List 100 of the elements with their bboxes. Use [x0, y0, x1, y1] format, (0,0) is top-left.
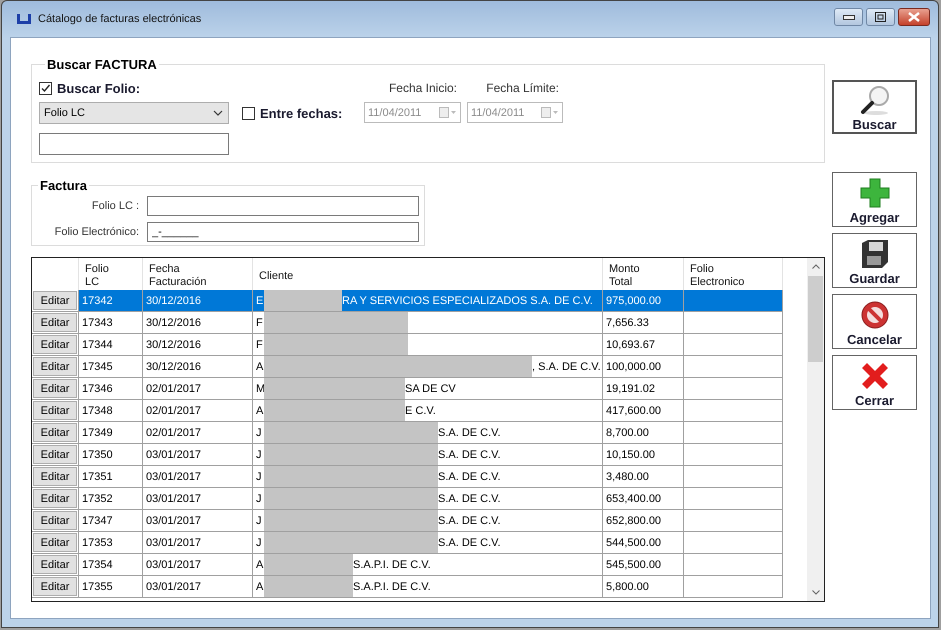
close-button[interactable] — [898, 8, 930, 26]
table-cell: 03/01/2017 — [143, 488, 253, 510]
table-cell: 3,480.00 — [603, 466, 684, 488]
table-cell: 545,500.00 — [603, 554, 684, 576]
action-button[interactable]: Agregar — [832, 172, 917, 227]
table-cell: 02/01/2017 — [143, 400, 253, 422]
edit-button[interactable]: Editar — [33, 489, 77, 508]
table-cell: 653,400.00 — [603, 488, 684, 510]
folio-type-dropdown[interactable]: Folio LC — [39, 102, 229, 124]
edit-button[interactable]: Editar — [33, 335, 77, 354]
column-header: Cliente — [259, 270, 294, 282]
app-icon — [16, 13, 32, 25]
edit-button[interactable]: Editar — [33, 423, 77, 442]
input-field[interactable]: _-______ — [147, 222, 419, 242]
edit-button[interactable]: Editar — [33, 357, 77, 376]
table-cell-text: J — [255, 470, 262, 482]
edit-button[interactable]: Editar — [33, 511, 77, 530]
edit-button[interactable]: Editar — [33, 555, 77, 574]
calendar-icon — [439, 107, 457, 118]
table-cell: S.A. DE C.V. — [438, 426, 501, 438]
table-cell: 975,000.00 — [603, 290, 684, 312]
column-header: Total — [609, 276, 634, 289]
table-cell: 03/01/2017 — [143, 444, 253, 466]
minimize-icon — [842, 14, 854, 20]
table-cell: 03/01/2017 — [143, 532, 253, 554]
group-title: Factura — [39, 178, 88, 193]
table-cell-text: J — [255, 492, 262, 504]
action-button[interactable]: Guardar — [832, 233, 917, 288]
table-cell: 30/12/2016 — [143, 356, 253, 378]
table-cell: 30/12/2016 — [143, 290, 253, 312]
table-cell: 10,150.00 — [603, 444, 684, 466]
edit-button[interactable]: Editar — [33, 533, 77, 552]
table-cell: S.A.P.I. DE C.V. — [353, 558, 431, 570]
checkbox[interactable] — [242, 106, 255, 120]
field-label: Fecha Inicio: — [388, 80, 458, 97]
table-cell: S.A. DE C.V. — [438, 470, 501, 482]
table-cell-text: A — [255, 558, 264, 570]
scrollbar[interactable] — [807, 258, 824, 601]
table-cell: 417,600.00 — [603, 400, 684, 422]
table-cell: S.A.P.I. DE C.V. — [353, 580, 431, 592]
table-cell: 100,000.00 — [603, 356, 684, 378]
table-cell-text: A — [255, 404, 264, 416]
field-label: Folio LC : — [90, 200, 140, 212]
table-cell: S.A. DE C.V. — [438, 514, 501, 526]
table-cell-text: J — [255, 426, 262, 438]
field-label: Fecha Límite: — [485, 80, 560, 97]
plus-icon — [858, 176, 890, 208]
table-cell-text: A — [255, 360, 264, 372]
table-cell: 7,656.33 — [603, 312, 684, 334]
column-header: Folio — [85, 263, 110, 276]
checkbox-label: Buscar Folio: — [57, 80, 140, 96]
action-button[interactable]: Buscar — [832, 80, 917, 134]
column-header: Monto — [609, 263, 641, 276]
edit-button[interactable]: Editar — [33, 313, 77, 332]
table-cell-text: F — [255, 316, 264, 328]
table-cell: 17353 — [79, 532, 143, 554]
column-header: Facturación — [149, 276, 208, 289]
table-cell: 17347 — [79, 510, 143, 532]
table-cell: 30/12/2016 — [143, 334, 253, 356]
group-title: Buscar FACTURA — [46, 57, 158, 72]
edit-button[interactable]: Editar — [33, 401, 77, 420]
table-cell: RA Y SERVICIOS ESPECIALIZADOS S.A. DE C.V. — [342, 294, 593, 306]
action-button[interactable]: Cancelar — [832, 294, 917, 349]
maximize-button[interactable] — [866, 8, 895, 26]
table-cell: E C.V. — [405, 404, 436, 416]
chevron-up-icon — [812, 264, 820, 269]
table-cell: 17351 — [79, 466, 143, 488]
edit-button[interactable]: Editar — [33, 379, 77, 398]
table-cell: 17344 — [79, 334, 143, 356]
edit-button[interactable]: Editar — [33, 445, 77, 464]
table-cell: 30/12/2016 — [143, 312, 253, 334]
action-button[interactable]: Cerrar — [832, 355, 917, 410]
table-cell: 17352 — [79, 488, 143, 510]
close-icon — [908, 12, 920, 22]
table-cell: S.A. DE C.V. — [438, 448, 501, 460]
table-cell: 17350 — [79, 444, 143, 466]
table-cell: , S.A. DE C.V. — [532, 360, 601, 372]
table-cell-text: J — [255, 514, 262, 526]
table-cell-text: J — [255, 536, 262, 548]
restore-icon — [875, 12, 886, 22]
table-cell: 17355 — [79, 576, 143, 598]
table-cell-text: F — [255, 338, 264, 350]
table-cell: S.A. DE C.V. — [438, 536, 501, 548]
edit-button[interactable]: Editar — [33, 577, 77, 596]
edit-button[interactable]: Editar — [33, 467, 77, 486]
table-cell: 5,800.00 — [603, 576, 684, 598]
minimize-button[interactable] — [834, 8, 863, 26]
input-field[interactable] — [147, 196, 419, 216]
table-cell: 17343 — [79, 312, 143, 334]
search-field[interactable] — [39, 133, 229, 155]
chevron-down-icon — [213, 110, 223, 116]
column-header: Folio — [690, 263, 715, 276]
edit-button[interactable]: Editar — [33, 291, 77, 310]
table-cell: 03/01/2017 — [143, 510, 253, 532]
table-cell: 17346 — [79, 378, 143, 400]
table-cell: 17354 — [79, 554, 143, 576]
table-cell-text: E — [255, 294, 264, 306]
checkbox[interactable] — [39, 82, 52, 94]
table-cell: 02/01/2017 — [143, 378, 253, 400]
table-cell: 02/01/2017 — [143, 422, 253, 444]
